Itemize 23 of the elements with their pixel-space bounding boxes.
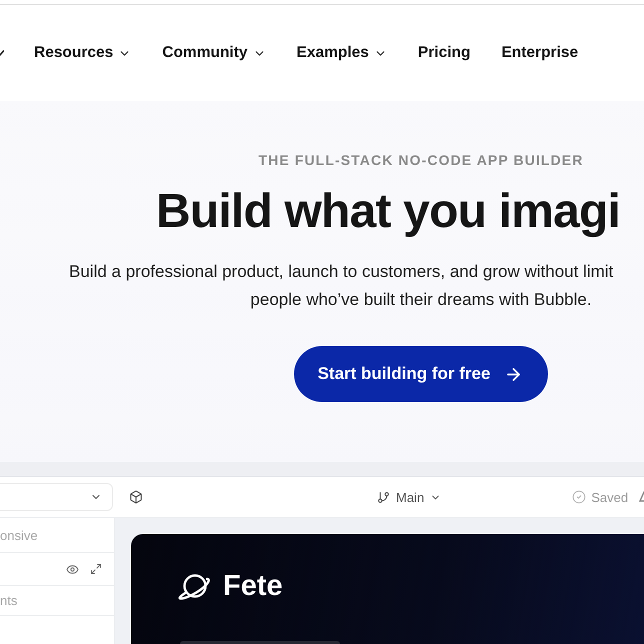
nav-link[interactable]: Pricing (418, 43, 470, 63)
nav-menu[interactable]: Community (162, 43, 266, 63)
tagline-text: THE FULL-STACK NO-CODE APP BUILDER (258, 152, 584, 169)
start-building-button[interactable]: Start building for free (294, 346, 548, 402)
nav-menu[interactable]: Resources (34, 43, 132, 63)
sidebar-label: onsive (0, 528, 38, 542)
hero-heading: Build what you imagi (156, 184, 620, 240)
branch-icon (377, 490, 390, 504)
nav-link[interactable]: Enterprise (501, 43, 578, 63)
dropdown-field[interactable] (0, 483, 113, 511)
sidebar-label: nts (0, 593, 18, 608)
cube-icon[interactable] (129, 490, 143, 504)
hero-description: people who’ve built their dreams with Bubble. (250, 289, 592, 311)
branch-button[interactable]: Main (377, 490, 442, 504)
nav-menu[interactable]: Examples (296, 43, 387, 63)
app-name: Fete (223, 571, 283, 601)
save-status-text: Saved (591, 490, 628, 504)
hero-description: Build a professional product, launch to customers, and grow without limit (69, 261, 614, 283)
check-circle-icon (572, 490, 586, 504)
eye-icon[interactable] (66, 562, 79, 576)
caret-icon (0, 50, 4, 56)
planet-icon (177, 572, 211, 600)
expand-icon[interactable] (90, 563, 102, 575)
